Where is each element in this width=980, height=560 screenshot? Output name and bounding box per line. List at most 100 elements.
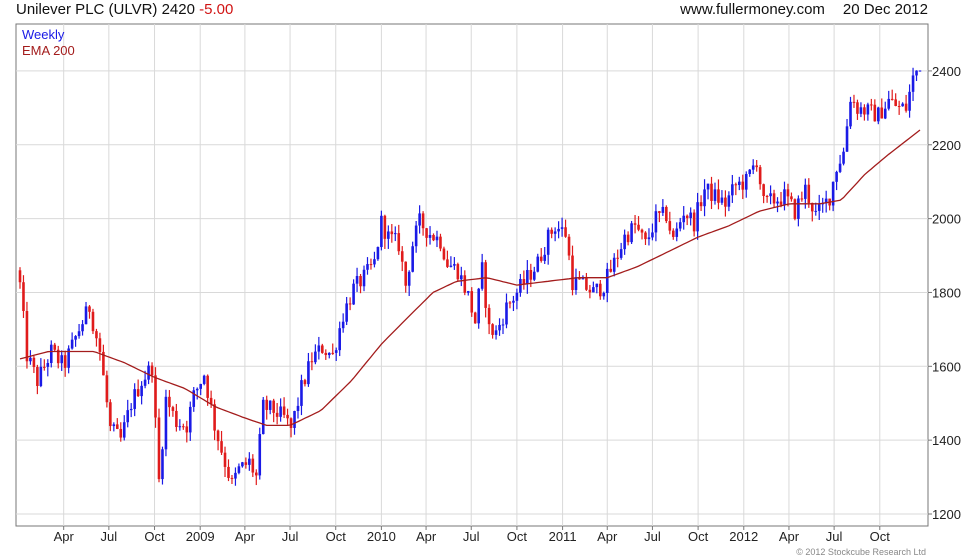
weekly-candle-body (845, 126, 849, 152)
weekly-candle-body (762, 184, 765, 197)
weekly-candle-body (682, 215, 686, 223)
weekly-candle-body (223, 452, 227, 467)
weekly-candle-body (428, 234, 432, 238)
weekly-candle-body (164, 396, 168, 450)
weekly-candle-body (390, 231, 394, 235)
legend-weekly: Weekly (22, 27, 65, 42)
weekly-candle-body (185, 426, 189, 433)
weekly-candle-body (143, 379, 147, 386)
weekly-candle-body (804, 184, 807, 199)
weekly-candle-body (178, 426, 182, 428)
weekly-candle-body (883, 108, 887, 119)
weekly-candle-body (508, 302, 512, 304)
weekly-candle-body (456, 264, 460, 280)
weekly-candle-body (199, 383, 202, 389)
weekly-candle-body (39, 366, 43, 386)
weekly-candle-body (915, 70, 918, 76)
weekly-candle-body (501, 324, 505, 326)
x-tick-label: Jul (644, 529, 661, 544)
weekly-candle-body (355, 276, 359, 284)
weekly-candle-body (25, 310, 29, 362)
weekly-candle-body (331, 352, 335, 354)
weekly-candle-body (553, 231, 557, 234)
weekly-candle-body (310, 361, 314, 363)
weekly-candle-body (838, 163, 842, 172)
x-tick-label: Apr (597, 529, 618, 544)
weekly-candle-body (341, 321, 345, 329)
weekly-candle-body (852, 101, 856, 103)
weekly-candle-body (755, 165, 758, 168)
weekly-candle-body (532, 271, 536, 280)
weekly-candle-body (157, 417, 161, 480)
weekly-candle-body (574, 277, 578, 291)
y-tick-label: 1200 (932, 507, 961, 522)
weekly-candle-body (765, 196, 769, 198)
weekly-candle-body (105, 375, 109, 403)
weekly-candle-body (890, 98, 894, 100)
weekly-candle-body (550, 229, 553, 234)
weekly-candle-body (849, 101, 852, 127)
weekly-candle-body (727, 195, 731, 207)
copyright-text: © 2012 Stockcube Research Ltd (796, 547, 926, 557)
weekly-candle-body (421, 213, 425, 229)
weekly-candle-body (814, 210, 818, 212)
x-tick-label: Oct (144, 529, 165, 544)
weekly-candle-body (300, 380, 303, 406)
weekly-candle-body (713, 189, 717, 201)
weekly-candle-body (393, 233, 397, 235)
weekly-candle-body (560, 227, 564, 229)
weekly-candle-body (494, 330, 498, 335)
weekly-candle-body (175, 410, 178, 427)
weekly-candle-body (88, 306, 91, 312)
weekly-candle-body (171, 407, 175, 411)
weekly-candle-body (317, 345, 321, 352)
weekly-candle-body (835, 171, 838, 182)
weekly-candle-body (908, 91, 911, 111)
weekly-candle-body (665, 206, 668, 222)
weekly-candle-body (776, 201, 779, 204)
x-tick-label: Apr (235, 529, 256, 544)
weekly-candle-body (397, 233, 401, 252)
weekly-candle-body (282, 406, 286, 415)
weekly-candle-body (449, 265, 453, 267)
weekly-candle-body (685, 215, 689, 219)
weekly-candle-body (338, 328, 341, 351)
weekly-candle-body (894, 99, 897, 106)
weekly-candle-body (359, 276, 362, 287)
weekly-candle-body (362, 269, 366, 287)
weekly-candle-body (904, 103, 908, 111)
weekly-candle-body (564, 227, 567, 237)
weekly-candle-body (877, 107, 880, 122)
x-tick-label: Jul (463, 529, 480, 544)
weekly-candle-body (647, 237, 651, 240)
weekly-candle-body (793, 199, 797, 219)
weekly-candle-body (161, 449, 164, 480)
x-tick-label: Oct (507, 529, 528, 544)
weekly-candle-body (84, 306, 88, 325)
weekly-candle-body (272, 400, 275, 413)
weekly-candle-body (519, 278, 522, 293)
weekly-candle-body (70, 339, 74, 349)
weekly-candle-body (307, 361, 310, 385)
weekly-candle-body (491, 324, 494, 335)
weekly-candle-body (477, 288, 480, 324)
weekly-candle-body (168, 396, 171, 408)
weekly-candle-body (227, 466, 230, 478)
weekly-candle-body (383, 215, 387, 239)
weekly-candle-body (463, 275, 467, 293)
x-tick-label: Apr (54, 529, 75, 544)
weekly-candle-body (738, 181, 741, 185)
weekly-candle-body (748, 169, 752, 175)
weekly-candle-body (515, 292, 519, 301)
x-tick-label: 2011 (549, 529, 577, 544)
weekly-candle-body (807, 184, 811, 203)
weekly-candle-body (758, 167, 762, 185)
x-tick-label: Jul (282, 529, 299, 544)
weekly-candle-body (599, 283, 602, 297)
weekly-candle-body (407, 271, 411, 286)
weekly-candle-body (612, 257, 616, 272)
weekly-candle-body (303, 380, 307, 385)
weekly-candle-body (213, 404, 216, 431)
weekly-candle-body (751, 165, 755, 170)
weekly-candle-body (220, 441, 223, 453)
